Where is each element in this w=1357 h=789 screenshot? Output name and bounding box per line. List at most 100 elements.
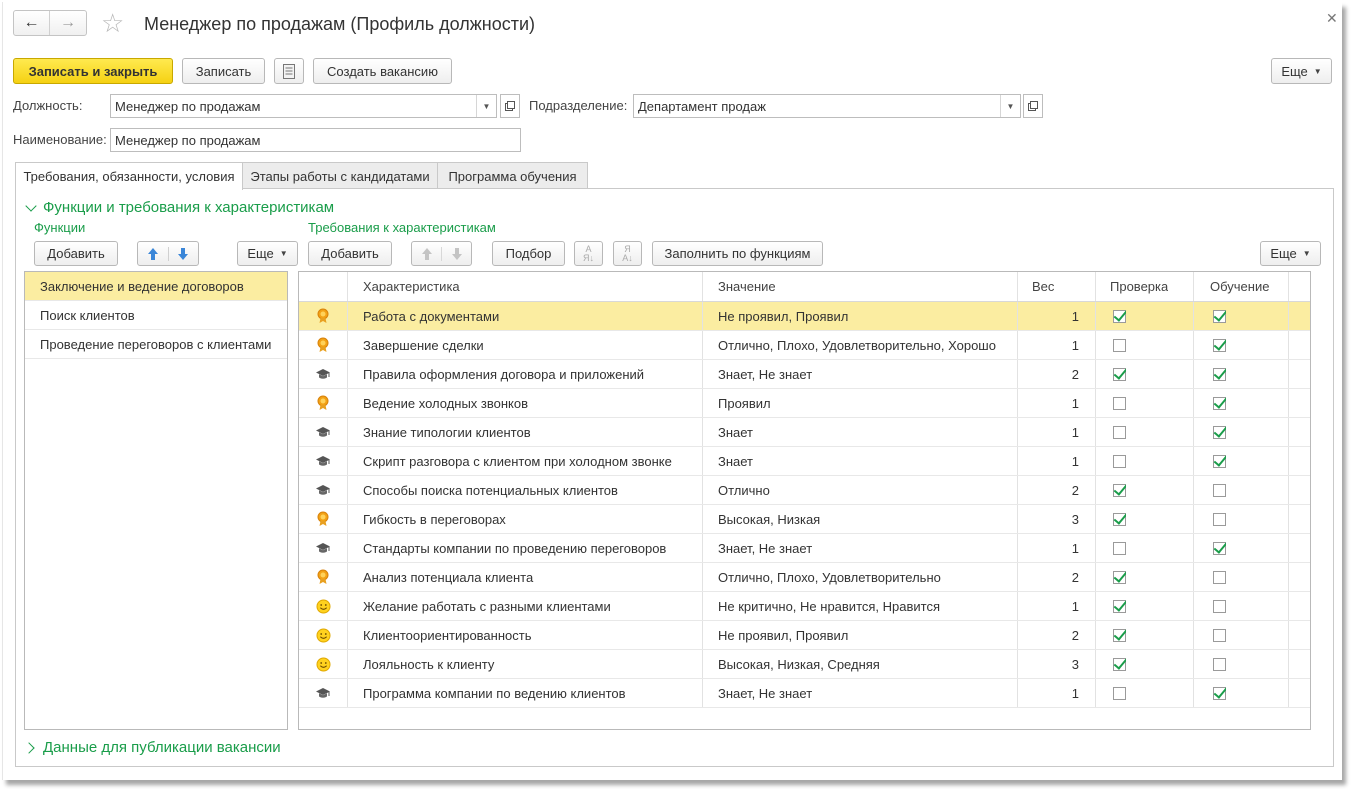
table-row[interactable]: Правила оформления договора и приложений… xyxy=(299,360,1310,389)
check-checkbox[interactable] xyxy=(1113,483,1126,497)
arrow-up-icon[interactable] xyxy=(412,246,442,261)
close-icon[interactable]: ✕ xyxy=(1326,10,1338,27)
check-checkbox[interactable] xyxy=(1113,512,1126,526)
requirements-table[interactable]: Характеристика Значение Вес Проверка Обу… xyxy=(298,271,1311,730)
publication-section-toggle[interactable]: Данные для публикации вакансии xyxy=(23,739,281,756)
chevron-down-icon[interactable]: ▼ xyxy=(1000,95,1020,117)
arrow-down-icon[interactable] xyxy=(169,247,199,261)
training-checkbox[interactable] xyxy=(1213,367,1226,381)
table-row[interactable]: Желание работать с разными клиентами Не к… xyxy=(299,592,1310,621)
training-checkbox[interactable] xyxy=(1213,338,1226,352)
column-header-training[interactable]: Обучение xyxy=(1210,272,1269,301)
position-field[interactable]: Менеджер по продажам ▼ xyxy=(110,94,497,118)
tab-training-program[interactable]: Программа обучения xyxy=(437,162,588,189)
training-checkbox[interactable] xyxy=(1213,628,1226,642)
list-item[interactable]: Проведение переговоров с клиентами xyxy=(25,330,287,359)
table-row[interactable]: Анализ потенциала клиента Отлично, Плохо,… xyxy=(299,563,1310,592)
document-list-icon xyxy=(283,63,295,79)
graduation-cap-icon xyxy=(315,482,331,498)
training-checkbox[interactable] xyxy=(1213,483,1226,497)
table-row[interactable]: Работа с документами Не проявил, Проявил 1 xyxy=(299,302,1310,331)
table-row[interactable]: Стандарты компании по проведению перегов… xyxy=(299,534,1310,563)
characteristic-cell: Знание типологии клиентов xyxy=(363,424,531,440)
requirements-add-button[interactable]: Добавить xyxy=(308,241,392,266)
column-header-check[interactable]: Проверка xyxy=(1110,272,1168,301)
nav-back-forward: ← → xyxy=(13,10,87,36)
forward-arrow-icon[interactable]: → xyxy=(50,11,86,35)
table-row[interactable]: Способы поиска потенциальных клиентов Отл… xyxy=(299,476,1310,505)
chevron-down-icon xyxy=(25,199,37,212)
value-cell: Проявил xyxy=(718,395,771,411)
list-item[interactable]: Заключение и ведение договоров xyxy=(25,272,287,301)
check-checkbox[interactable] xyxy=(1113,570,1126,584)
column-header-weight[interactable]: Вес xyxy=(1032,272,1054,301)
report-button[interactable] xyxy=(274,58,304,84)
write-button[interactable]: Записать xyxy=(182,58,265,84)
department-field[interactable]: Департамент продаж ▼ xyxy=(633,94,1021,118)
check-checkbox[interactable] xyxy=(1113,338,1126,352)
check-checkbox[interactable] xyxy=(1113,396,1126,410)
fill-by-functions-button[interactable]: Заполнить по функциям xyxy=(652,241,823,266)
check-checkbox[interactable] xyxy=(1113,657,1126,671)
training-checkbox[interactable] xyxy=(1213,309,1226,323)
check-checkbox[interactable] xyxy=(1113,367,1126,381)
column-header-characteristic[interactable]: Характеристика xyxy=(363,272,460,301)
training-checkbox[interactable] xyxy=(1213,570,1226,584)
training-checkbox[interactable] xyxy=(1213,396,1226,410)
check-checkbox[interactable] xyxy=(1113,541,1126,555)
weight-cell: 2 xyxy=(1071,569,1079,585)
check-checkbox[interactable] xyxy=(1113,599,1126,613)
open-department-button[interactable] xyxy=(1023,94,1043,118)
sort-asc-button[interactable]: A Я↓ xyxy=(574,241,603,266)
check-checkbox[interactable] xyxy=(1113,686,1126,700)
table-row[interactable]: Клиентоориентированность Не проявил, Проя… xyxy=(299,621,1310,650)
tab-requirements[interactable]: Требования, обязанности, условия xyxy=(15,162,243,190)
tab-candidate-stages[interactable]: Этапы работы с кандидатами xyxy=(242,162,438,189)
training-checkbox[interactable] xyxy=(1213,512,1226,526)
arrow-up-icon[interactable] xyxy=(138,246,169,261)
back-arrow-icon[interactable]: ← xyxy=(14,11,50,35)
chevron-down-icon[interactable]: ▼ xyxy=(476,95,496,117)
check-checkbox[interactable] xyxy=(1113,454,1126,468)
column-header-value[interactable]: Значение xyxy=(718,272,776,301)
check-checkbox[interactable] xyxy=(1113,628,1126,642)
position-label: Должность: xyxy=(13,98,83,113)
open-position-button[interactable] xyxy=(500,94,520,118)
training-checkbox[interactable] xyxy=(1213,657,1226,671)
characteristic-cell: Клиентоориентированность xyxy=(363,627,532,643)
training-checkbox[interactable] xyxy=(1213,599,1226,613)
requirements-more-label: Еще xyxy=(1270,246,1297,261)
department-label: Подразделение: xyxy=(529,98,628,113)
check-checkbox[interactable] xyxy=(1113,309,1126,323)
functions-add-button[interactable]: Добавить xyxy=(34,241,118,266)
table-row[interactable]: Гибкость в переговорах Высокая, Низкая 3 xyxy=(299,505,1310,534)
functions-list[interactable]: Заключение и ведение договоров Поиск кли… xyxy=(24,271,288,730)
table-row[interactable]: Лояльность к клиенту Высокая, Низкая, Сре… xyxy=(299,650,1310,679)
check-checkbox[interactable] xyxy=(1113,425,1126,439)
more-button[interactable]: Еще ▼ xyxy=(1271,58,1332,84)
table-row[interactable]: Скрипт разговора с клиентом при холодном… xyxy=(299,447,1310,476)
name-value: Менеджер по продажам xyxy=(115,132,261,148)
table-row[interactable]: Ведение холодных звонков Проявил 1 xyxy=(299,389,1310,418)
training-checkbox[interactable] xyxy=(1213,425,1226,439)
functions-more-button[interactable]: Еще ▼ xyxy=(237,241,298,266)
table-row[interactable]: Программа компании по ведению клиентов Зн… xyxy=(299,679,1310,708)
favorite-star-icon[interactable]: ☆ xyxy=(101,8,124,38)
weight-cell: 1 xyxy=(1071,395,1079,411)
table-row[interactable]: Завершение сделки Отлично, Плохо, Удовлет… xyxy=(299,331,1310,360)
characteristic-cell: Анализ потенциала клиента xyxy=(363,569,534,585)
section-collapse-toggle[interactable]: Функции и требования к характеристикам xyxy=(25,199,334,216)
training-checkbox[interactable] xyxy=(1213,454,1226,468)
training-checkbox[interactable] xyxy=(1213,686,1226,700)
weight-cell: 1 xyxy=(1071,337,1079,353)
table-row[interactable]: Знание типологии клиентов Знает 1 xyxy=(299,418,1310,447)
sort-desc-button[interactable]: Я A↓ xyxy=(613,241,642,266)
create-vacancy-button[interactable]: Создать вакансию xyxy=(313,58,452,84)
name-field[interactable]: Менеджер по продажам xyxy=(110,128,521,152)
requirements-more-button[interactable]: Еще ▼ xyxy=(1260,241,1321,266)
list-item[interactable]: Поиск клиентов xyxy=(25,301,287,330)
write-and-close-button[interactable]: Записать и закрыть xyxy=(13,58,173,84)
arrow-down-icon[interactable] xyxy=(442,247,471,261)
training-checkbox[interactable] xyxy=(1213,541,1226,555)
pick-button[interactable]: Подбор xyxy=(492,241,565,266)
